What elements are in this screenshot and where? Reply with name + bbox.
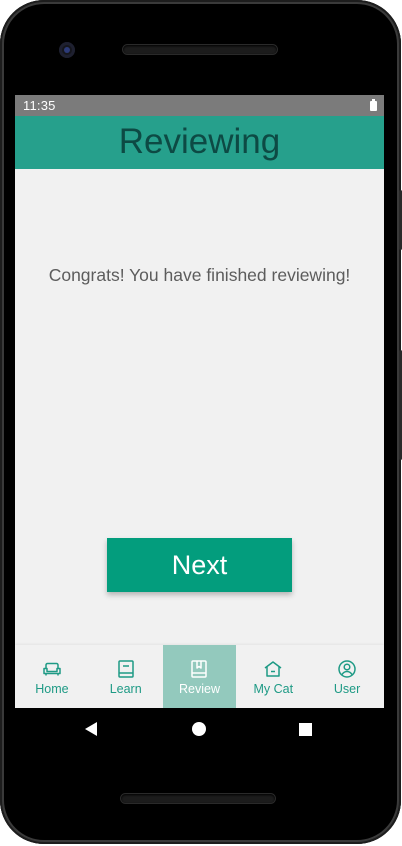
phone-frame: 11:35 Reviewing Congrats! You have finis… [0, 0, 402, 844]
next-button[interactable]: Next [107, 538, 292, 592]
nav-label-review: Review [178, 682, 220, 696]
front-camera-icon [59, 42, 75, 58]
book-icon [117, 660, 134, 678]
status-time: 11:35 [23, 98, 56, 113]
back-icon[interactable] [85, 722, 97, 736]
recents-square-icon[interactable] [299, 723, 312, 736]
completion-message: Congrats! You have finished reviewing! [48, 265, 351, 285]
house-icon [264, 661, 282, 677]
nav-label-home: Home [35, 682, 69, 696]
nav-label-my-cat: My Cat [253, 682, 294, 696]
bottom-navigation: Home Learn Review My Cat User [15, 645, 384, 708]
page-title: Reviewing [118, 121, 281, 161]
screen: 11:35 Reviewing Congrats! You have finis… [15, 95, 384, 708]
nav-label-user: User [333, 682, 361, 696]
nav-item-home[interactable]: Home [15, 645, 89, 708]
status-bar: 11:35 [15, 95, 384, 116]
sofa-icon [43, 662, 61, 676]
nav-label-learn: Learn [109, 682, 142, 696]
nav-item-user[interactable]: User [310, 645, 384, 708]
nav-item-learn[interactable]: Learn [89, 645, 163, 708]
app-bar: Reviewing [15, 116, 384, 169]
bookmark-book-icon [191, 660, 208, 678]
battery-full-icon [370, 99, 377, 111]
nav-item-my-cat[interactable]: My Cat [236, 645, 310, 708]
system-navigation-bar [15, 708, 384, 752]
bottom-speaker [121, 794, 275, 803]
home-circle-icon[interactable] [192, 722, 206, 736]
user-circle-icon [338, 660, 356, 678]
nav-item-review[interactable]: Review [162, 645, 237, 708]
earpiece-speaker [123, 45, 277, 54]
